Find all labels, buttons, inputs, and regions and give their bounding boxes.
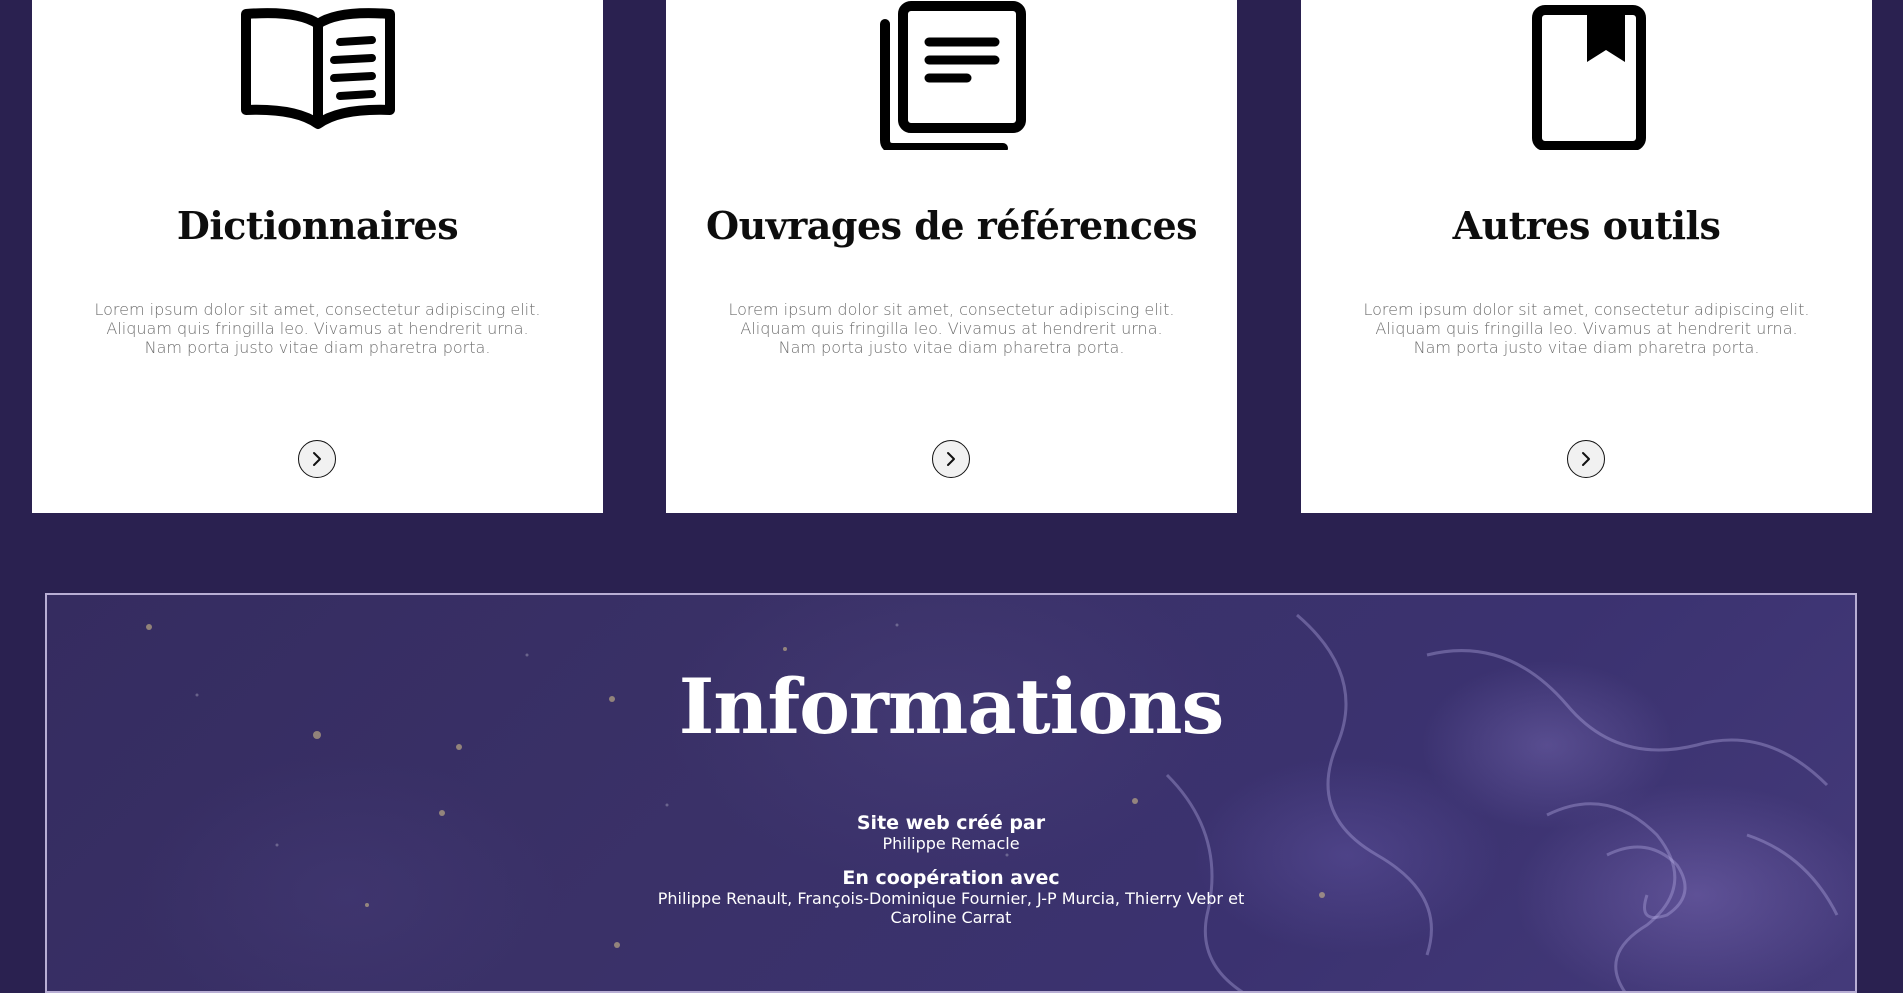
card-arrow-button[interactable] [297, 440, 336, 478]
documents-stack-icon [666, 0, 1237, 155]
card-title: Ouvrages de références [705, 203, 1198, 248]
created-by-label: Site web créé par [856, 812, 1046, 834]
informations-title: Informations [678, 662, 1225, 751]
card-title: Dictionnaires [176, 203, 459, 248]
open-book-icon [32, 0, 603, 155]
chevron-right-icon [1581, 452, 1590, 466]
chevron-right-icon [312, 452, 321, 466]
created-by-value: Philippe Remacle [882, 834, 1020, 853]
category-cards: Dictionnaires Lorem ipsum dolor sit amet… [0, 0, 1903, 513]
card-description: Lorem ipsum dolor sit amet, consectetur … [94, 300, 541, 357]
chevron-right-icon [946, 452, 955, 466]
card-description: Lorem ipsum dolor sit amet, consectetur … [728, 300, 1175, 357]
card-ouvrages-de-references: Ouvrages de références Lorem ipsum dolor… [666, 0, 1237, 513]
marble-texture-background [146, 613, 1839, 991]
card-description: Lorem ipsum dolor sit amet, consectetur … [1363, 300, 1810, 357]
card-dictionnaires: Dictionnaires Lorem ipsum dolor sit amet… [32, 0, 603, 513]
created-by-block: Site web créé par Philippe Remacle [47, 812, 1855, 853]
card-title: Autres outils [1452, 203, 1721, 248]
card-autres-outils: Autres outils Lorem ipsum dolor sit amet… [1301, 0, 1872, 513]
card-arrow-button[interactable] [931, 440, 970, 478]
cooperation-label: En coopération avec [842, 867, 1060, 889]
bookmark-book-icon [1301, 0, 1872, 155]
cooperation-value: Philippe Renault, François-Dominique Fou… [657, 889, 1245, 927]
card-arrow-button[interactable] [1566, 440, 1605, 478]
cooperation-block: En coopération avec Philippe Renault, Fr… [47, 867, 1855, 927]
informations-section: Informations Site web créé par Philippe … [45, 593, 1857, 993]
